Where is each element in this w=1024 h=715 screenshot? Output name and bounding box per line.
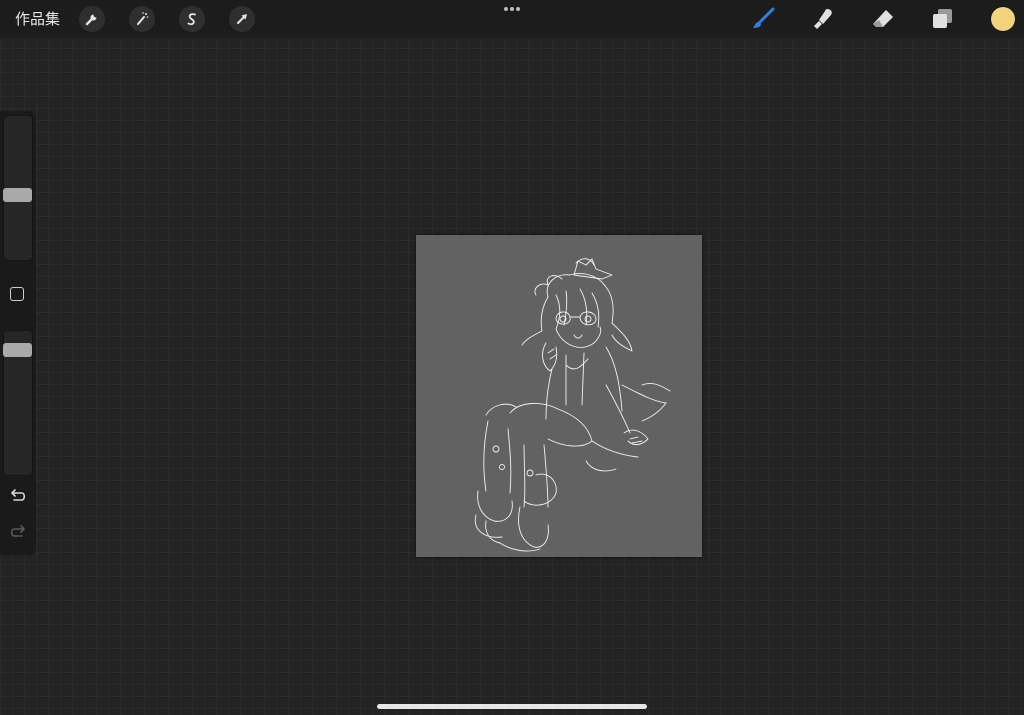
- selection-s-icon: [187, 13, 196, 26]
- layers-button[interactable]: [930, 6, 956, 32]
- selection-button[interactable]: [179, 6, 205, 32]
- actions-button[interactable]: [79, 6, 105, 32]
- magic-wand-icon: [137, 12, 149, 25]
- brush-button[interactable]: [750, 6, 776, 32]
- top-toolbar: 作品集: [0, 0, 1024, 38]
- brush-icon: [753, 7, 775, 28]
- line-sketch-drawing: [474, 258, 671, 552]
- square-modify-icon[interactable]: [10, 287, 24, 301]
- redo-icon[interactable]: [8, 524, 28, 542]
- gallery-button[interactable]: 作品集: [15, 9, 60, 29]
- opacity-thumb[interactable]: [3, 343, 32, 357]
- left-sidebar: [0, 111, 36, 555]
- wrench-icon: [85, 14, 97, 26]
- smudge-button[interactable]: [810, 6, 836, 32]
- arrow-cursor-icon: [237, 14, 247, 24]
- brush-size-thumb[interactable]: [3, 188, 32, 202]
- drawing-canvas[interactable]: [416, 235, 702, 557]
- transform-button[interactable]: [229, 6, 255, 32]
- adjustments-button[interactable]: [129, 6, 155, 32]
- undo-icon[interactable]: [8, 488, 28, 506]
- layers-icon: [933, 9, 952, 28]
- home-indicator: [377, 704, 647, 709]
- smudge-finger-icon: [814, 9, 832, 29]
- eraser-icon: [873, 10, 893, 27]
- color-picker-button[interactable]: [991, 7, 1015, 31]
- eraser-button[interactable]: [870, 6, 896, 32]
- more-dots-icon[interactable]: [502, 3, 522, 15]
